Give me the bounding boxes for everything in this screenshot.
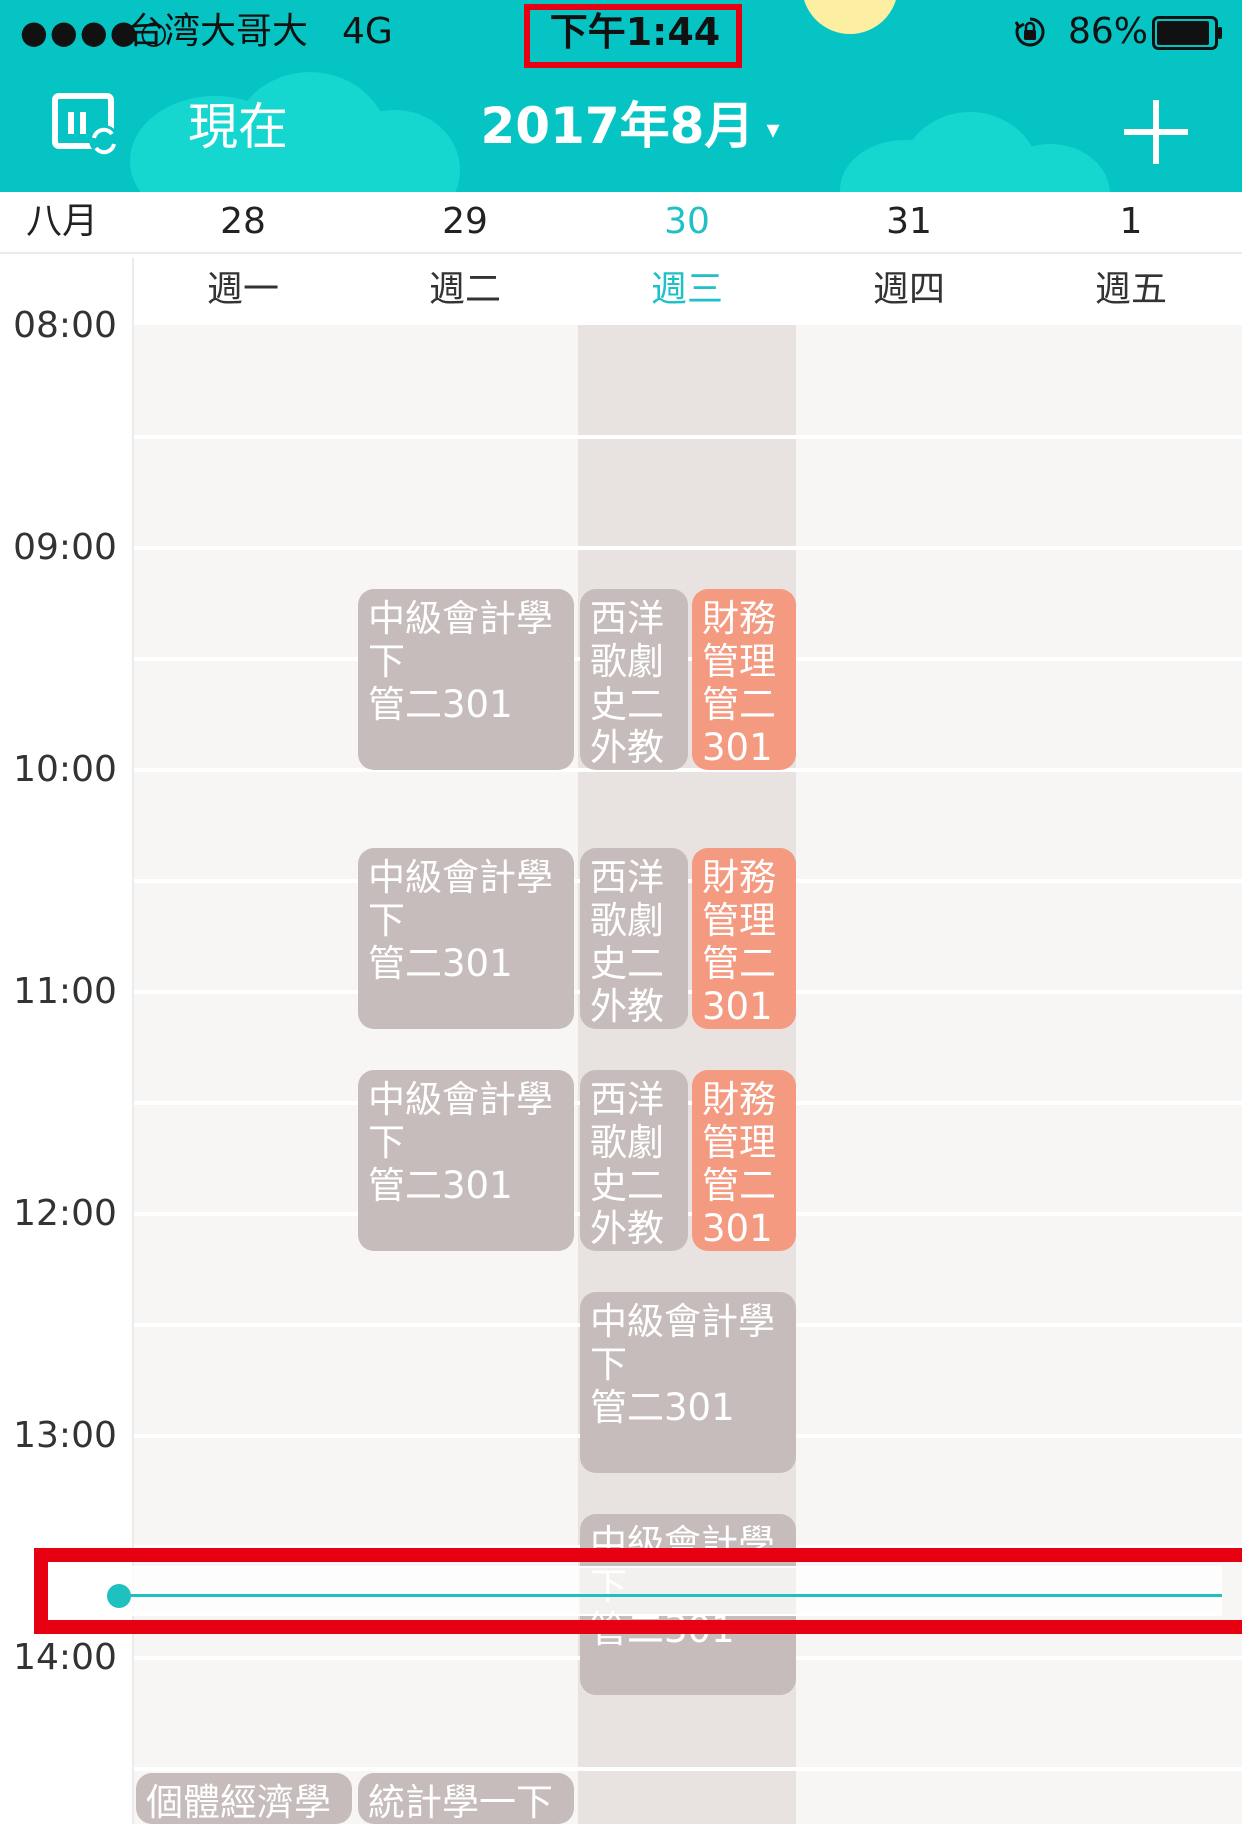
event-block[interactable]: 中級會計學下 管二301 xyxy=(358,589,574,770)
grid-line xyxy=(134,768,1242,772)
event-block[interactable]: 財務管理管二301 xyxy=(692,1070,796,1251)
grid-line xyxy=(134,1101,1242,1105)
grid-line xyxy=(134,990,1242,994)
calendar-sync-icon[interactable] xyxy=(52,92,124,158)
event-block[interactable]: 財務管理管二301 xyxy=(692,848,796,1029)
hour-label: 09:00 xyxy=(13,527,117,568)
weekday-label: 週一 xyxy=(206,269,279,310)
month-title: 2017年8月 xyxy=(480,97,755,155)
event-block[interactable]: 財務管理管二301 xyxy=(692,589,796,770)
event-block[interactable]: 西洋歌劇史二外教 xyxy=(580,848,688,1029)
event-block[interactable]: 個體經濟學二 xyxy=(136,1773,352,1824)
event-block[interactable]: 西洋歌劇史二外教 xyxy=(580,1070,688,1251)
event-block[interactable]: 中級會計學下 管二301 xyxy=(358,848,574,1029)
grid-line xyxy=(134,1212,1242,1216)
month-selector[interactable]: 2017年8月 ▾ xyxy=(430,90,830,166)
weekday-label: 週五 xyxy=(1094,269,1167,310)
app-header: ●●●●○ 台湾大哥大 4G 下午1:44 86% 現在 2017年8月 ▾ xyxy=(0,0,1242,192)
time-highlight-box xyxy=(524,4,742,68)
event-block[interactable]: 統計學一下 管二104 xyxy=(358,1773,574,1824)
carrier-name: 台湾大哥大 xyxy=(128,11,309,52)
grid-line xyxy=(134,1767,1242,1771)
caret-down-icon: ▾ xyxy=(766,114,780,145)
hour-label: 10:00 xyxy=(13,749,117,790)
date-cell[interactable]: 28 xyxy=(133,192,353,252)
current-time-highlight-box xyxy=(34,1548,1242,1634)
grid-line xyxy=(134,879,1242,883)
event-block[interactable]: 中級會計學下 管二301 xyxy=(358,1070,574,1251)
month-label: 八月 xyxy=(26,201,99,242)
sun-decoration xyxy=(802,0,898,34)
grid-line xyxy=(134,657,1242,661)
network-type: 4G xyxy=(342,11,393,52)
date-cell[interactable]: 31 xyxy=(799,192,1019,252)
now-button[interactable]: 現在 xyxy=(188,92,288,162)
hour-label: 11:00 xyxy=(13,971,117,1012)
hour-label: 08:00 xyxy=(13,305,117,346)
hour-label: 14:00 xyxy=(13,1637,117,1678)
hour-label: 12:00 xyxy=(13,1193,117,1234)
date-cell[interactable]: 29 xyxy=(355,192,575,252)
battery-percentage: 86% xyxy=(1068,11,1149,52)
date-cell-today[interactable]: 30 xyxy=(577,192,797,252)
event-block[interactable]: 中級會計學下 管二301 xyxy=(580,1292,796,1473)
hour-label: 13:00 xyxy=(13,1415,117,1456)
grid-line xyxy=(134,546,1242,550)
weekday-label-today: 週三 xyxy=(650,269,723,310)
rotation-lock-icon xyxy=(1014,17,1045,47)
add-icon[interactable] xyxy=(1120,96,1192,168)
date-cell[interactable]: 1 xyxy=(1021,192,1241,252)
weekday-label: 週四 xyxy=(872,269,945,310)
weekday-label: 週二 xyxy=(428,269,501,310)
event-block[interactable]: 西洋歌劇史二外教 xyxy=(580,589,688,770)
date-row: 八月 28 29 30 31 1 xyxy=(0,192,1242,254)
battery-icon xyxy=(1152,16,1222,50)
grid-line xyxy=(134,435,1242,439)
